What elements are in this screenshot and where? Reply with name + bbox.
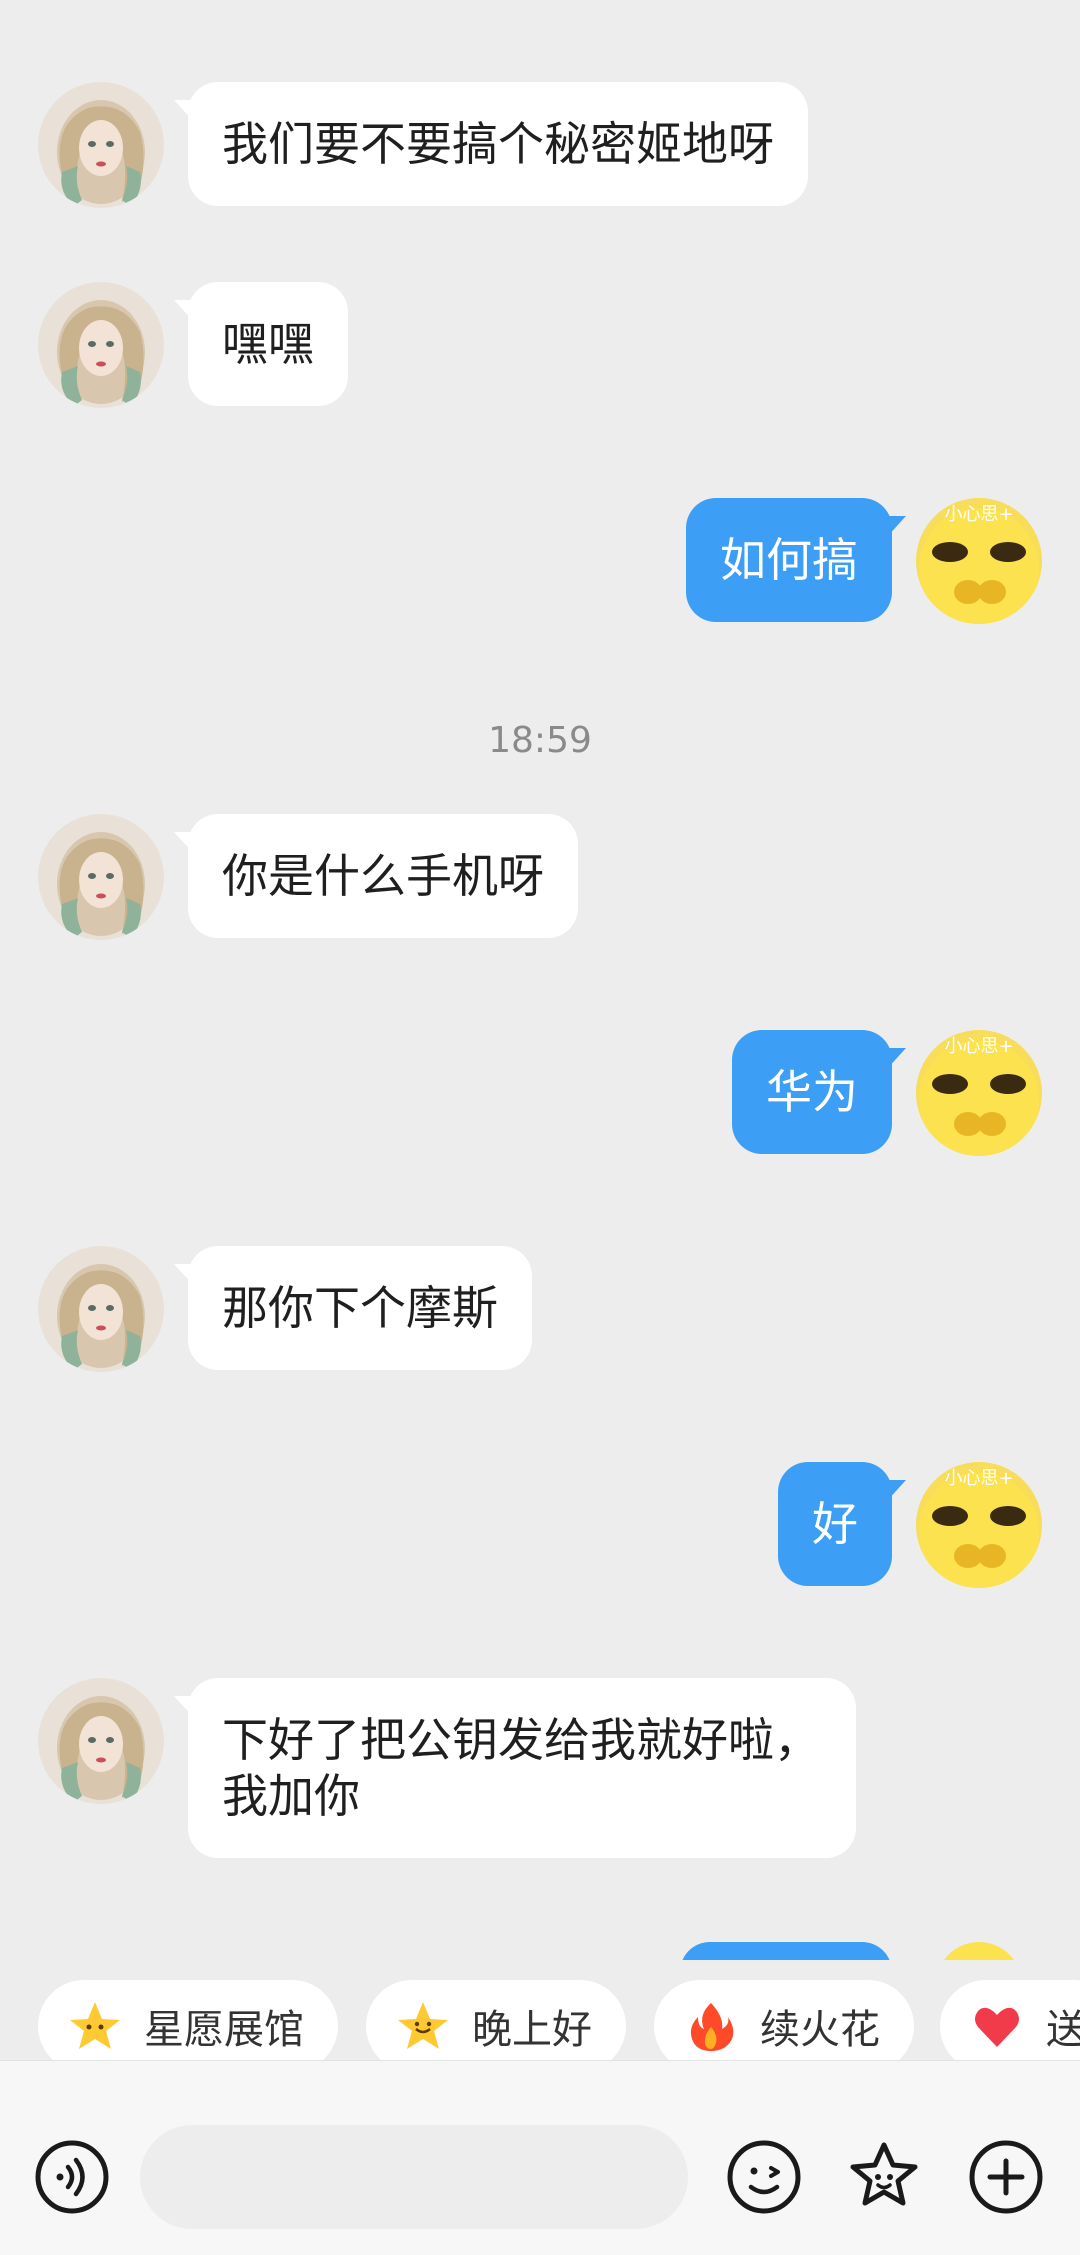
quick-reply-chip[interactable]: 晚上好: [366, 1980, 626, 2060]
message-bubble-self[interactable]: 好: [778, 1462, 906, 1586]
quick-reply-label: 续火花: [760, 2007, 880, 2053]
emoji-icon[interactable]: [722, 2135, 806, 2219]
smiling-star-icon: [396, 1999, 450, 2053]
message-bubble[interactable]: 你是什么手机呀: [174, 814, 578, 938]
message-bubble[interactable]: 我们要不要搞个秘密姬地呀: [174, 82, 808, 206]
quick-reply-label: 星愿展馆: [144, 2007, 304, 2053]
star-sticker-icon[interactable]: [842, 2135, 926, 2219]
timestamp: 18:59: [488, 720, 592, 761]
quick-reply-chip[interactable]: 续火花: [654, 1980, 914, 2060]
quick-reply-chip[interactable]: 送: [940, 1980, 1080, 2060]
voice-icon[interactable]: [30, 2135, 114, 2219]
input-bar: [0, 2060, 1080, 2255]
contact-avatar[interactable]: [38, 814, 164, 940]
quick-replies-bar: 星愿展馆 晚上好 续火花 送: [0, 1960, 1080, 2060]
fire-icon: [684, 1999, 738, 2053]
self-avatar[interactable]: 小心思+: [916, 1462, 1042, 1588]
contact-avatar[interactable]: [38, 1246, 164, 1372]
avatar-caption: 小心思+: [944, 504, 1013, 525]
heart-icon: [970, 1999, 1024, 2053]
self-avatar[interactable]: 小心思+: [916, 498, 1042, 624]
quick-reply-chip[interactable]: 星愿展馆: [38, 1980, 338, 2060]
chat-area[interactable]: 我们要不要搞个秘密姬地呀 嘿嘿 如何搞 小心思+ 18:59 你是什么手机呀 华…: [0, 0, 1080, 1960]
message-bubble-self[interactable]: 华为: [732, 1030, 906, 1154]
contact-avatar[interactable]: [38, 282, 164, 408]
avatar-caption: 小心思+: [944, 1468, 1013, 1489]
star-face-icon: [68, 1999, 122, 2053]
quick-reply-label: 送: [1046, 2007, 1080, 2053]
contact-avatar[interactable]: [38, 82, 164, 208]
self-avatar[interactable]: 小心思+: [916, 1030, 1042, 1156]
self-avatar-partial[interactable]: [936, 1942, 1022, 1960]
message-bubble[interactable]: 那你下个摩斯: [174, 1246, 532, 1370]
plus-icon[interactable]: [964, 2135, 1048, 2219]
message-input[interactable]: [140, 2125, 688, 2229]
contact-avatar[interactable]: [38, 1678, 164, 1804]
quick-reply-label: 晚上好: [472, 2007, 592, 2053]
message-bubble[interactable]: 嘿嘿: [174, 282, 348, 406]
message-bubble-self[interactable]: 如何搞: [686, 498, 906, 622]
avatar-caption: 小心思+: [944, 1036, 1013, 1057]
message-bubble-self-partial[interactable]: [680, 1942, 892, 1960]
message-bubble[interactable]: 下好了把公钥发给我就好啦，我加你: [174, 1678, 856, 1858]
